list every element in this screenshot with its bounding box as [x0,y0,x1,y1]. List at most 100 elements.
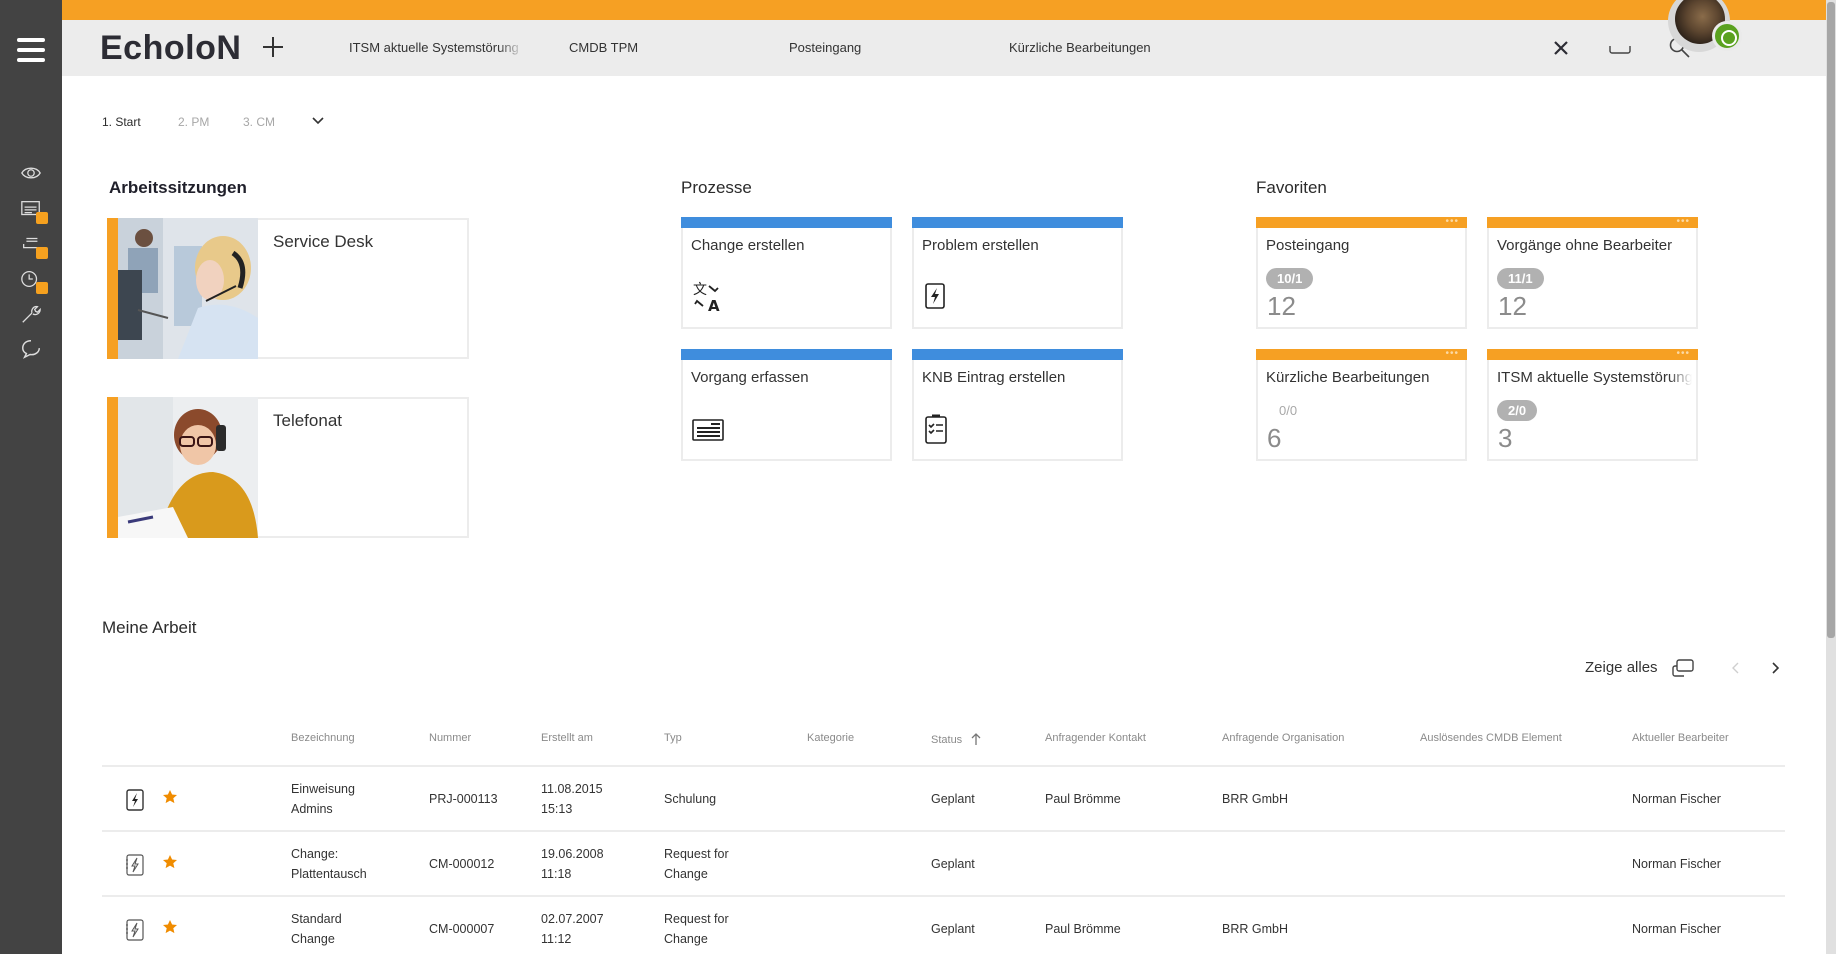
sessions-title: Arbeitssitzungen [109,178,247,197]
item-count: 12 [1267,291,1296,321]
close-button[interactable] [1549,36,1573,60]
item-count: 3 [1498,423,1513,453]
notification-badge [36,282,48,294]
column-header-bezeichnung[interactable]: Bezeichnung [291,732,355,744]
column-header-typ[interactable]: Typ [664,732,682,744]
cell-bearbeiter: Norman Fischer [1632,857,1721,871]
left-rail [0,0,62,954]
vertical-scrollbar[interactable] [1826,0,1836,954]
column-header-erstellt-am[interactable]: Erstellt am [541,732,593,744]
table-row[interactable]: Einweisung Admins PRJ-000113 11.08.2015 15… [102,767,1785,832]
rail-item-overview[interactable] [20,162,46,186]
presence-status-icon[interactable] [1712,21,1742,51]
card-accent-stripe [107,397,118,538]
cell-kontakt: Paul Brömme [1045,922,1121,936]
tile-title: Vorgang erfassen [691,369,809,386]
tile-title: Change erstellen [691,237,805,254]
process-change-erstellen[interactable]: Change erstellen 文 A [681,217,892,329]
process-vorgang-erfassen[interactable]: Vorgang erfassen [681,349,892,461]
tab-cmdb[interactable]: CMDB TPM [569,40,638,55]
favorite-vorgaenge-ohne-bearbeiter[interactable]: ••• Vorgänge ohne Bearbeiter 11/1 12 [1487,217,1698,329]
rail-item-tools[interactable] [20,303,46,327]
chevron-down-icon[interactable] [310,113,326,129]
show-all-link[interactable]: Zeige alles [1585,659,1658,676]
tile-title: Problem erstellen [922,237,1039,254]
cell-bezeichnung: Einweisung Admins [291,782,355,816]
chevron-left-icon[interactable] [1727,658,1745,678]
favorites-title: Favoriten [1256,178,1327,197]
column-header-cmdb-element[interactable]: Auslösendes CMDB Element [1420,732,1562,744]
session-card-service-desk[interactable]: Service Desk [107,218,469,359]
favorite-star-icon[interactable] [162,919,178,935]
tile-accent-bar [912,349,1123,360]
column-header-aktueller-bearbeiter[interactable]: Aktueller Bearbeiter [1632,732,1729,744]
tab-posteingang[interactable]: Posteingang [789,40,861,55]
breadcrumb-pm[interactable]: 2. PM [178,115,209,129]
column-header-kategorie[interactable]: Kategorie [807,732,854,744]
favorite-kuerzliche-bearbeitungen[interactable]: ••• Kürzliche Bearbeitungen 0/0 6 [1256,349,1467,461]
process-knb-eintrag-erstellen[interactable]: KNB Eintrag erstellen [912,349,1123,461]
cell-typ: Request for Change [664,912,729,946]
cell-bearbeiter: Norman Fischer [1632,922,1721,936]
ratio-badge: 0/0 [1279,403,1298,418]
ratio-badge: 2/0 [1497,400,1538,421]
lightning-icon [925,283,945,309]
cell-bezeichnung: Change: Plattentausch [291,847,367,881]
tab-itsm[interactable]: ITSM aktuelle Systemstörung [349,40,524,55]
breadcrumb-start[interactable]: 1. Start [102,115,141,129]
column-header-status[interactable]: Status [931,732,982,746]
more-options-icon[interactable]: ••• [1445,349,1459,359]
tile-accent-bar [1256,217,1467,228]
more-options-icon[interactable]: ••• [1676,217,1690,227]
cell-kontakt: Paul Brömme [1045,792,1121,806]
rail-item-board[interactable] [20,198,48,224]
cell-erstellt-am: 19.06.2008 11:18 [541,847,604,881]
tile-title: KNB Eintrag erstellen [922,369,1066,386]
windows-icon[interactable] [1670,657,1696,679]
cell-nummer: CM-000012 [429,857,495,871]
add-tab-button[interactable] [255,29,291,65]
chevron-right-icon[interactable] [1766,658,1784,678]
tile-accent-bar [681,217,892,228]
workspace-button[interactable] [1608,36,1632,60]
rail-item-chat[interactable] [20,338,46,362]
session-label: Service Desk [273,232,374,251]
cell-nummer: PRJ-000113 [429,792,498,806]
column-header-nummer[interactable]: Nummer [429,732,471,744]
eye-icon [21,167,41,179]
favorite-posteingang[interactable]: ••• Posteingang 10/1 12 [1256,217,1467,329]
more-options-icon[interactable]: ••• [1676,349,1690,359]
favorite-star-icon[interactable] [162,789,178,805]
tile-accent-bar [1256,349,1467,360]
table-row[interactable]: Change: Plattentausch CM-000012 19.06.200… [102,832,1785,897]
process-problem-erstellen[interactable]: Problem erstellen [912,217,1123,329]
workspace-icon [1609,46,1631,54]
my-work-title: Meine Arbeit [102,618,197,637]
cell-typ: Request for Change [664,847,729,881]
notification-badge [36,212,48,224]
svg-text:文: 文 [693,282,707,298]
favorite-itsm-systemstoerungen[interactable]: ••• ITSM aktuelle Systemstörungen 2/0 3 [1487,349,1698,461]
top-bar: EcholoN ITSM aktuelle Systemstörung CMDB… [62,20,1826,76]
table-row[interactable]: Standard Change CM-000007 02.07.2007 11:12… [102,897,1785,954]
more-options-icon[interactable]: ••• [1445,217,1459,227]
column-header-anfragender-kontakt[interactable]: Anfragender Kontakt [1045,732,1146,744]
app-logo[interactable]: EcholoN [100,29,241,68]
hamburger-menu-button[interactable] [17,38,45,62]
notification-badge [36,247,48,259]
translate-icon: 文 A [693,282,720,314]
tab-kuerzliche[interactable]: Kürzliche Bearbeitungen [1009,40,1151,55]
favorite-star-icon[interactable] [162,854,178,870]
cell-organisation: BRR GmbH [1222,792,1288,806]
tile-title: Posteingang [1266,237,1350,254]
change-icon [126,919,144,941]
tile-title: ITSM aktuelle Systemstörungen [1497,369,1692,386]
app-root: EcholoN ITSM aktuelle Systemstörung CMDB… [0,0,1836,954]
rail-item-stack[interactable] [20,233,48,259]
session-card-telefonat[interactable]: Telefonat [107,397,469,538]
wrench-icon [22,305,41,323]
column-header-anfragende-organisation[interactable]: Anfragende Organisation [1222,732,1344,744]
scrollbar-thumb[interactable] [1827,2,1835,638]
breadcrumb-cm[interactable]: 3. CM [243,115,275,129]
rail-item-history[interactable] [20,268,48,294]
